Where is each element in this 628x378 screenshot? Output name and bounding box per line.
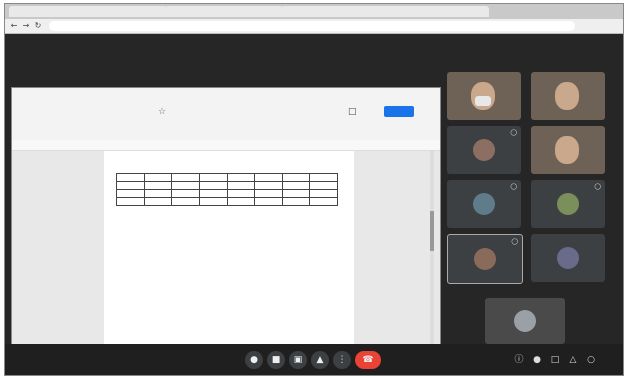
table-cell — [171, 197, 200, 206]
meeting-controls-bar: ● ■ ▣ ▲ ⋮ ☎ ⓘ ● □ △ ○ — [5, 344, 623, 375]
table-cell — [116, 189, 145, 198]
doc-header: ☆ □ — [12, 88, 440, 141]
table-cell — [226, 181, 256, 190]
avatar — [473, 193, 495, 215]
browser-tab[interactable] — [9, 6, 167, 17]
screenshot-frame: ← → ↻ ☆ □ ◯ ◯ ◯ ◯ ● ■ ▣ ▲ ⋮ ☎ ⓘ ● □ △ ○ — [4, 3, 624, 376]
info-icon[interactable]: ⓘ — [513, 354, 525, 366]
table-row — [116, 173, 338, 182]
table-cell — [198, 189, 228, 198]
participant-tile[interactable] — [447, 72, 521, 120]
table-cell — [171, 189, 200, 198]
participant-tile[interactable]: ◯ — [447, 126, 521, 174]
table-cell — [226, 197, 256, 206]
avatar — [557, 247, 579, 269]
mic-off-icon: ◯ — [511, 238, 518, 245]
camera-icon[interactable]: ■ — [267, 351, 285, 369]
reload-icon[interactable]: ↻ — [33, 21, 43, 31]
table-cell — [198, 181, 228, 190]
activities-icon[interactable]: △ — [567, 354, 579, 366]
participant-tile[interactable]: ◯ — [531, 180, 605, 228]
self-avatar — [514, 310, 536, 332]
doc-scrollbar[interactable] — [430, 151, 434, 347]
star-icon[interactable]: ☆ — [158, 107, 166, 117]
table-cell — [254, 197, 283, 206]
participant-video — [555, 82, 579, 110]
table-cell — [226, 173, 256, 182]
table-cell — [116, 173, 145, 182]
mic-off-icon: ◯ — [510, 129, 517, 136]
table-row — [116, 181, 338, 190]
end-call-icon[interactable]: ☎ — [355, 351, 381, 369]
lock-icon[interactable]: ○ — [585, 354, 597, 366]
mic-off-icon: ◯ — [510, 183, 517, 190]
captions-icon[interactable]: ▣ — [289, 351, 307, 369]
table-cell — [254, 173, 283, 182]
arrow-left-icon[interactable]: ← — [9, 21, 19, 31]
table-cell — [254, 181, 283, 190]
table-cell — [281, 173, 311, 182]
people-icon[interactable]: ● — [531, 354, 543, 366]
mic-icon[interactable]: ● — [245, 351, 263, 369]
table-cell — [143, 189, 173, 198]
meet-page: ☆ □ ◯ ◯ ◯ ◯ ● ■ ▣ ▲ ⋮ ☎ ⓘ ● □ △ ○ — [5, 34, 623, 375]
more-icon[interactable]: ⋮ — [333, 351, 351, 369]
participant-tile[interactable] — [531, 72, 605, 120]
table-cell — [171, 173, 200, 182]
table-cell — [226, 189, 256, 198]
table-cell — [143, 197, 173, 206]
doc-body — [12, 151, 440, 347]
self-view-tile[interactable] — [485, 298, 565, 344]
participant-tile[interactable] — [531, 234, 605, 282]
format-toolbar[interactable] — [12, 140, 440, 151]
table-cell — [309, 197, 338, 206]
table-cell — [116, 197, 145, 206]
participant-tile[interactable] — [531, 126, 605, 174]
mic-off-icon: ◯ — [594, 183, 601, 190]
chat-icon[interactable]: □ — [549, 354, 561, 366]
table-row — [116, 197, 338, 206]
arrow-right-icon[interactable]: → — [21, 21, 31, 31]
doc-table — [116, 173, 338, 206]
table-cell — [116, 181, 145, 190]
avatar — [557, 193, 579, 215]
scrollbar-thumb[interactable] — [430, 211, 434, 251]
address-bar-row: ← → ↻ — [5, 19, 623, 34]
doc-page[interactable] — [104, 151, 354, 347]
comment-icon[interactable]: □ — [348, 107, 357, 117]
table-cell — [143, 173, 173, 182]
browser-tab[interactable] — [165, 6, 283, 17]
table-cell — [143, 181, 173, 190]
table-cell — [309, 173, 338, 182]
browser-tab-bar — [5, 4, 623, 19]
participant-tile[interactable]: ◯ — [447, 180, 521, 228]
participant-tile[interactable]: ◯ — [447, 234, 523, 284]
table-cell — [198, 197, 228, 206]
present-icon[interactable]: ▲ — [311, 351, 329, 369]
share-button[interactable] — [384, 106, 414, 117]
table-cell — [281, 181, 311, 190]
url-field[interactable] — [49, 21, 575, 31]
participant-video — [555, 136, 579, 164]
table-cell — [309, 189, 338, 198]
table-cell — [281, 189, 311, 198]
table-row — [116, 189, 338, 198]
mask — [475, 96, 491, 106]
avatar — [474, 248, 496, 270]
table-cell — [309, 181, 338, 190]
browser-tab[interactable] — [281, 6, 489, 17]
avatar — [473, 139, 495, 161]
table-cell — [198, 173, 228, 182]
table-cell — [171, 181, 200, 190]
shared-screen: ☆ □ — [11, 87, 441, 359]
table-cell — [254, 189, 283, 198]
table-cell — [281, 197, 311, 206]
